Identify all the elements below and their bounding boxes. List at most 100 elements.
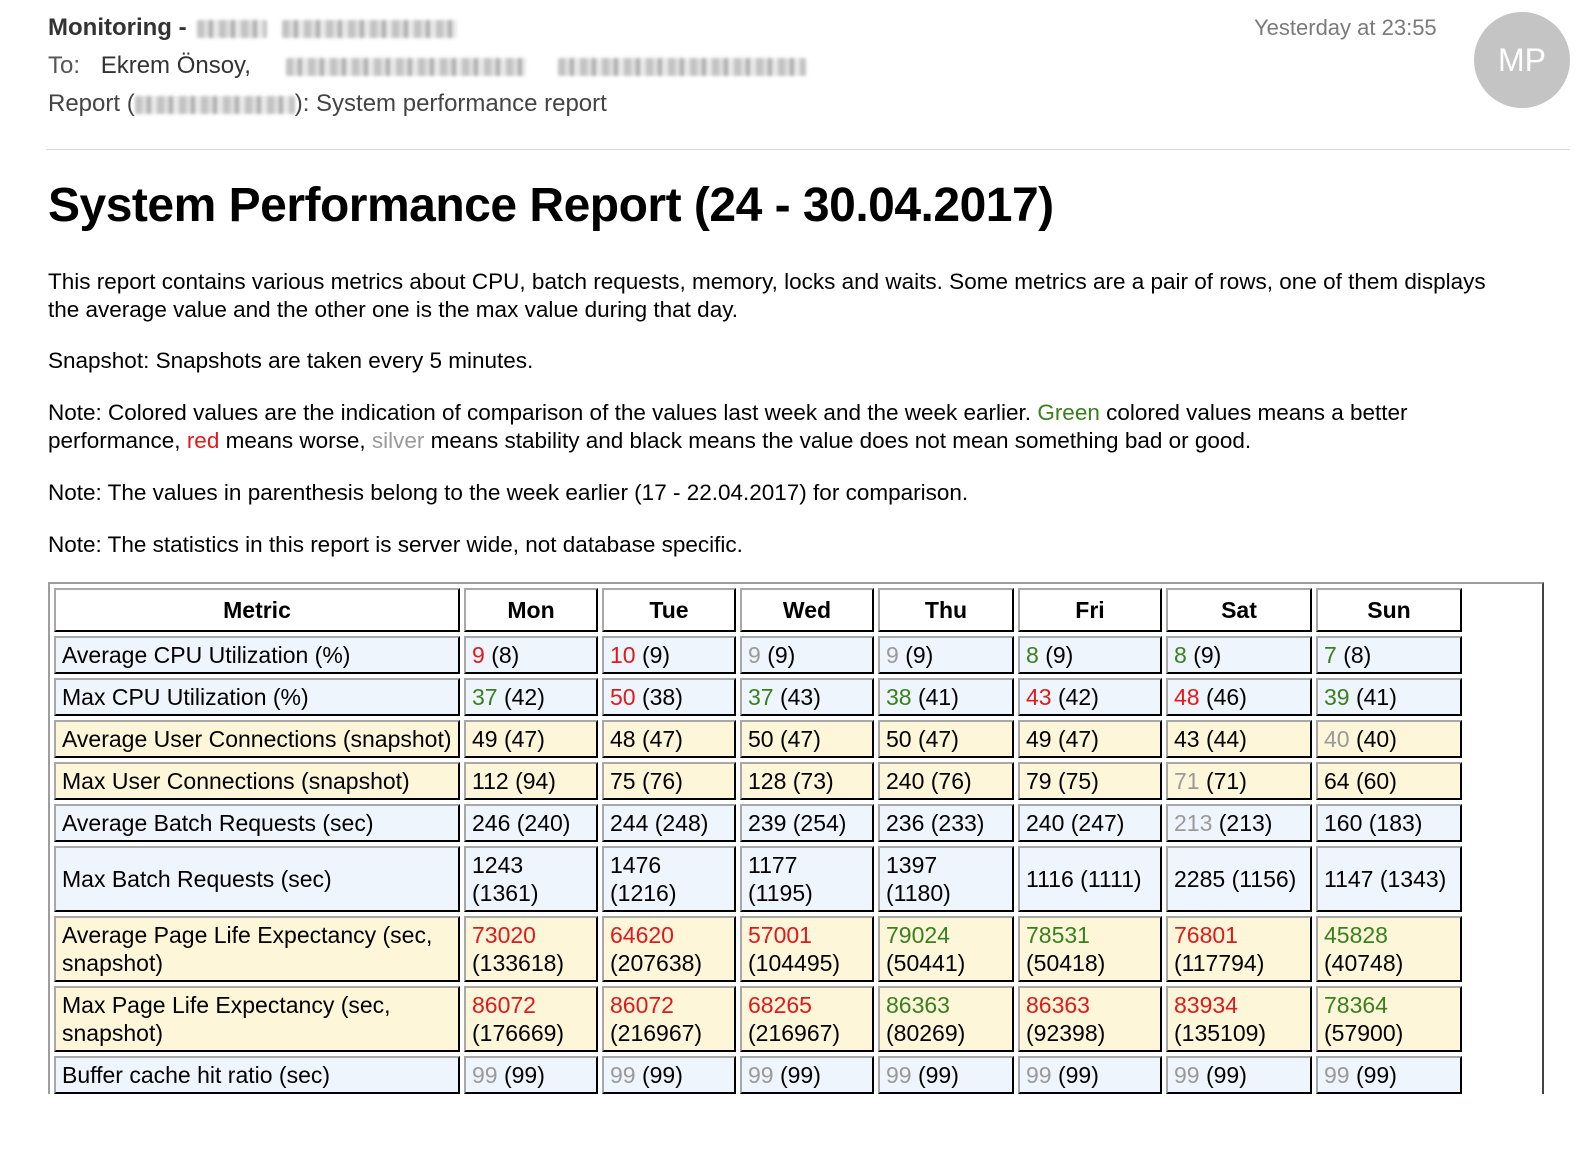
header-thu: Thu [878,588,1014,632]
previous-week-value: (99) [917,1062,959,1088]
current-week-value: 99 [1324,1062,1350,1088]
previous-week-value: (207638) [610,950,703,976]
current-week-value: 39 [1324,684,1350,710]
metric-value-cell: 50 (47) [740,720,874,758]
current-week-value: 244 [610,810,649,836]
header-fri: Fri [1018,588,1162,632]
previous-week-value: (47) [503,726,545,752]
table-row: Average Page Life Expectancy (sec, snaps… [54,916,1462,982]
subject-suffix: ): System performance report [294,90,607,117]
previous-week-value: (240) [516,810,571,836]
metric-value-cell: 49 (47) [1018,720,1162,758]
previous-week-value: (41) [1355,684,1397,710]
table-row: Max User Connections (snapshot) 112 (94) 7… [54,762,1462,800]
metric-value-cell: 64 (60) [1316,762,1462,800]
previous-week-value: (1216) [610,880,677,906]
color-note-text-1: Note: Colored values are the indication … [48,400,1038,425]
metric-value-cell: 43 (44) [1166,720,1312,758]
previous-week-value: (1180) [886,880,951,906]
previous-week-value: (71) [1205,768,1247,794]
metric-value-cell: 240 (247) [1018,804,1162,842]
current-week-value: 1177 [748,852,798,878]
metric-name: Average CPU Utilization (%) [54,636,460,674]
previous-week-value: (42) [503,684,545,710]
metric-value-cell: 2285 (1156) [1166,846,1312,912]
metric-name: Max CPU Utilization (%) [54,678,460,716]
current-week-value: 37 [472,684,498,710]
header-wed: Wed [740,588,874,632]
table-header-row: Metric Mon Tue Wed Thu Fri Sat Sun [54,588,1462,632]
previous-week-value: (76) [641,768,683,794]
metric-name: Buffer cache hit ratio (sec) [54,1056,460,1094]
current-week-value: 1147 [1324,866,1374,892]
previous-week-value: (176669) [472,1020,565,1046]
previous-week-value: (1111) [1080,866,1142,892]
current-week-value: 8 [1026,642,1039,668]
current-week-value: 7 [1324,642,1337,668]
metric-value-cell: 1243 (1361) [464,846,598,912]
previous-week-value: (46) [1205,684,1247,710]
previous-week-value: (99) [641,1062,683,1088]
current-week-value: 236 [886,810,925,836]
current-week-value: 1476 [610,852,662,878]
recipient-name[interactable]: Ekrem Önsoy, [101,52,251,79]
color-note-text-4: means stability and black means the valu… [424,428,1252,453]
silver-legend-word: silver [371,428,425,453]
table-row: Average User Connections (snapshot) 49 (4… [54,720,1462,758]
previous-week-value: (47) [779,726,821,752]
table-body: Average CPU Utilization (%) 9 (8) 10 (9) 9 … [54,636,1462,1094]
current-week-value: 43 [1174,726,1200,752]
metric-value-cell: 79024 (50441) [878,916,1014,982]
header-sun: Sun [1316,588,1462,632]
current-week-value: 2285 [1174,866,1226,892]
metric-value-cell: 38 (41) [878,678,1014,716]
current-week-value: 48 [610,726,636,752]
current-week-value: 43 [1026,684,1052,710]
current-week-value: 48 [1174,684,1200,710]
metric-value-cell: 99 (99) [464,1056,598,1094]
previous-week-value: (1343) [1379,866,1447,892]
metric-value-cell: 49 (47) [464,720,598,758]
metric-name: Average Page Life Expectancy (sec, snaps… [54,916,460,982]
report-title: System Performance Report (24 - 30.04.20… [48,179,1054,232]
previous-week-value: (9) [1193,642,1222,668]
metric-value-cell: 45828 (40748) [1316,916,1462,982]
previous-week-value: (40) [1355,726,1397,752]
redacted-recipient[interactable] [285,57,526,76]
previous-week-value: (9) [1045,642,1074,668]
color-note-text-3: means worse, [219,428,372,453]
metric-value-cell: 240 (76) [878,762,1014,800]
previous-week-value: (50418) [1026,950,1106,976]
previous-week-value: (99) [1205,1062,1247,1088]
current-week-value: 9 [748,642,761,668]
current-week-value: 9 [886,642,899,668]
current-week-value: 112 [472,768,509,794]
header-sat: Sat [1166,588,1312,632]
metric-value-cell: 239 (254) [740,804,874,842]
metric-value-cell: 10 (9) [602,636,736,674]
metric-value-cell: 37 (43) [740,678,874,716]
current-week-value: 57001 [748,922,812,948]
header-metric: Metric [54,588,460,632]
sender-name[interactable]: Monitoring - [48,14,187,41]
table-row: Average CPU Utilization (%) 9 (8) 10 (9) 9 … [54,636,1462,674]
current-week-value: 1116 [1026,866,1074,892]
metric-value-cell: 128 (73) [740,762,874,800]
metric-value-cell: 1147 (1343) [1316,846,1462,912]
sender-line: Monitoring - [48,14,457,42]
table-row: Max CPU Utilization (%) 37 (42) 50 (38) 37 … [54,678,1462,716]
previous-week-value: (50441) [886,950,966,976]
header-mon: Mon [464,588,598,632]
redacted-subject [134,95,295,114]
previous-week-value: (213) [1218,810,1273,836]
metric-name: Max User Connections (snapshot) [54,762,460,800]
avatar[interactable]: MP [1474,12,1570,108]
redacted-recipient-2[interactable] [558,57,807,76]
metric-value-cell: 48 (47) [602,720,736,758]
table-row: Max Page Life Expectancy (sec, snapshot)… [54,986,1462,1052]
previous-week-value: (99) [503,1062,545,1088]
redacted-sender [197,19,268,38]
timestamp: Yesterday at 23:55 [1254,15,1437,40]
intro-paragraph: This report contains various metrics abo… [48,269,1486,322]
metric-value-cell: 50 (47) [878,720,1014,758]
